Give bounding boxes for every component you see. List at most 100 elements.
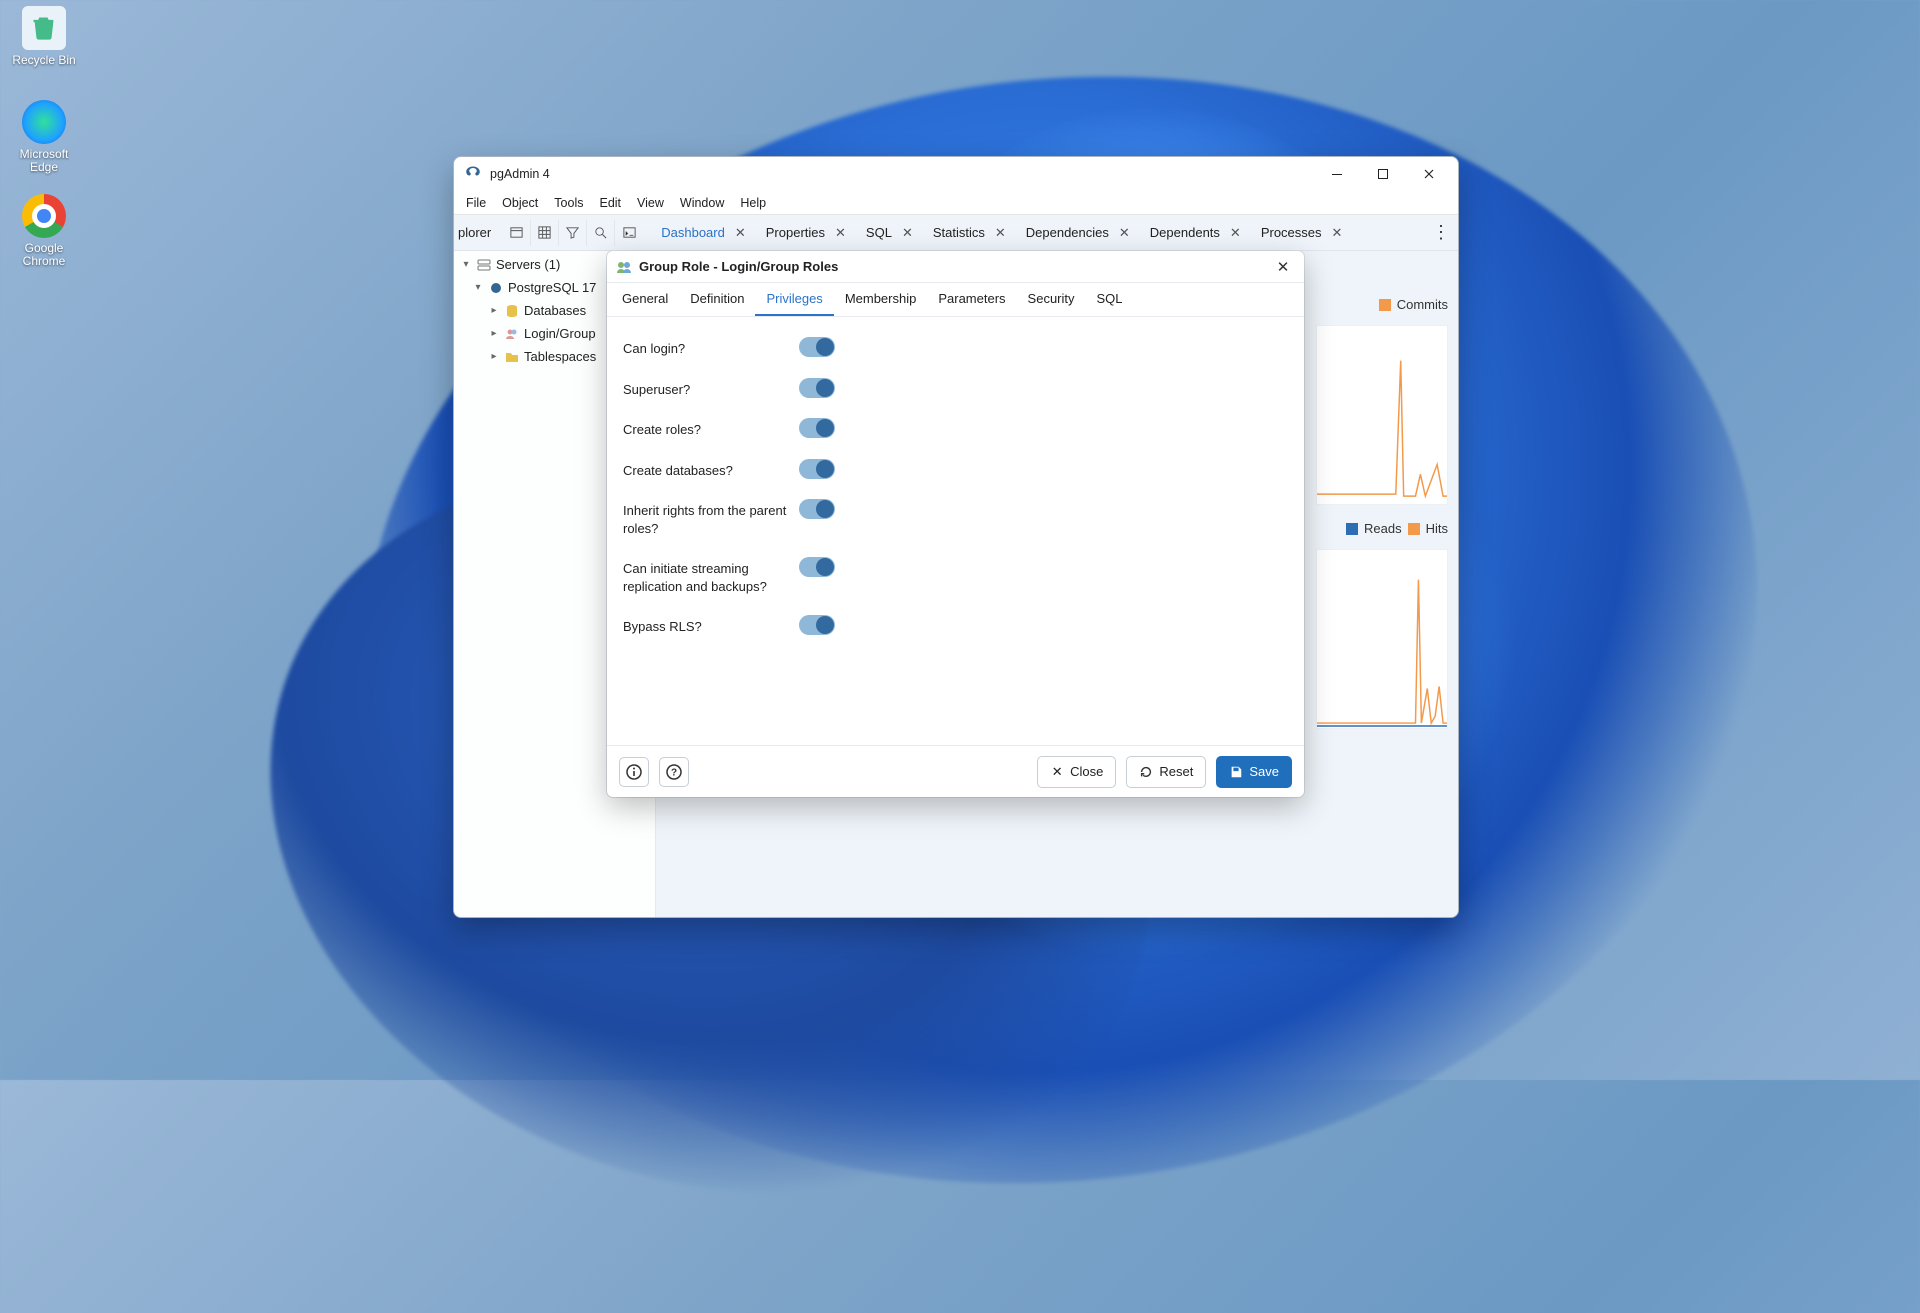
toggle-create-roles[interactable] bbox=[799, 418, 835, 438]
toolbar-search-icon[interactable] bbox=[587, 220, 615, 246]
explorer-label-fragment: plorer bbox=[454, 225, 499, 240]
edge-icon bbox=[22, 100, 66, 144]
privilege-row: Inherit rights from the parent roles? bbox=[623, 489, 1288, 547]
toolbar-psql-icon[interactable] bbox=[615, 220, 643, 246]
privilege-row: Superuser? bbox=[623, 368, 1288, 409]
toggle-superuser[interactable] bbox=[799, 378, 835, 398]
elephant-icon bbox=[488, 280, 504, 296]
group-role-dialog: Group Role - Login/Group Roles ✕ General… bbox=[607, 251, 1304, 797]
desktop-icon-label: Recycle Bin bbox=[12, 54, 75, 67]
close-icon: ✕ bbox=[1050, 765, 1064, 779]
tab-processes[interactable]: Processes✕ bbox=[1253, 219, 1355, 247]
menu-edit[interactable]: Edit bbox=[591, 194, 629, 212]
reset-icon bbox=[1139, 765, 1153, 779]
reset-button[interactable]: Reset bbox=[1126, 756, 1206, 788]
folder-icon bbox=[504, 349, 520, 365]
dialog-titlebar[interactable]: Group Role - Login/Group Roles ✕ bbox=[607, 251, 1304, 283]
toolbar-view-data-icon[interactable] bbox=[531, 220, 559, 246]
recycle-bin-icon bbox=[22, 6, 66, 50]
privilege-label: Can initiate streaming replication and b… bbox=[623, 557, 799, 595]
tab-statistics[interactable]: Statistics✕ bbox=[925, 219, 1018, 247]
tab-sql[interactable]: SQL✕ bbox=[858, 219, 925, 247]
menu-view[interactable]: View bbox=[629, 194, 672, 212]
menu-object[interactable]: Object bbox=[494, 194, 546, 212]
app-icon bbox=[464, 165, 482, 183]
window-minimize-button[interactable] bbox=[1314, 159, 1360, 189]
privilege-label: Inherit rights from the parent roles? bbox=[623, 499, 799, 537]
toggle-streaming-replication[interactable] bbox=[799, 557, 835, 577]
chevron-right-icon[interactable]: ▸ bbox=[488, 328, 500, 339]
tab-close-icon[interactable]: ✕ bbox=[1328, 225, 1347, 241]
privilege-row: Can initiate streaming replication and b… bbox=[623, 547, 1288, 605]
tab-close-icon[interactable]: ✕ bbox=[831, 225, 850, 241]
chevron-down-icon[interactable]: ▾ bbox=[460, 259, 472, 270]
desktop-icon-recycle-bin[interactable]: Recycle Bin bbox=[6, 6, 82, 100]
desktop-icons: Recycle Bin Microsoft Edge Google Chrome bbox=[6, 6, 82, 288]
tab-dependencies[interactable]: Dependencies✕ bbox=[1018, 219, 1142, 247]
help-button[interactable]: ? bbox=[659, 757, 689, 787]
chart-reads-hits bbox=[1316, 549, 1448, 729]
toggle-create-databases[interactable] bbox=[799, 459, 835, 479]
legend-swatch-blue bbox=[1346, 523, 1358, 535]
toggle-bypass-rls[interactable] bbox=[799, 615, 835, 635]
desktop-icon-chrome[interactable]: Google Chrome bbox=[6, 194, 82, 288]
dialog-tab-privileges[interactable]: Privileges bbox=[755, 283, 833, 316]
chevron-down-icon[interactable]: ▾ bbox=[472, 282, 484, 293]
tab-properties[interactable]: Properties✕ bbox=[758, 219, 858, 247]
titlebar[interactable]: pgAdmin 4 bbox=[454, 157, 1458, 191]
menu-window[interactable]: Window bbox=[672, 194, 732, 212]
chevron-right-icon[interactable]: ▸ bbox=[488, 351, 500, 362]
tab-close-icon[interactable]: ✕ bbox=[731, 225, 750, 241]
dialog-tab-parameters[interactable]: Parameters bbox=[927, 283, 1016, 316]
tab-dependents[interactable]: Dependents✕ bbox=[1142, 219, 1253, 247]
legend-swatch-orange bbox=[1379, 299, 1391, 311]
toggle-can-login[interactable] bbox=[799, 337, 835, 357]
dialog-tabs: General Definition Privileges Membership… bbox=[607, 283, 1304, 317]
chrome-icon bbox=[22, 194, 66, 238]
menu-file[interactable]: File bbox=[458, 194, 494, 212]
desktop-icon-edge[interactable]: Microsoft Edge bbox=[6, 100, 82, 194]
toolbar-query-tool-icon[interactable] bbox=[503, 220, 531, 246]
menu-help[interactable]: Help bbox=[732, 194, 774, 212]
window-close-button[interactable] bbox=[1406, 159, 1452, 189]
toolbar-buttons bbox=[499, 220, 647, 246]
window-maximize-button[interactable] bbox=[1360, 159, 1406, 189]
tab-close-icon[interactable]: ✕ bbox=[1226, 225, 1245, 241]
dialog-tab-membership[interactable]: Membership bbox=[834, 283, 928, 316]
privilege-label: Create roles? bbox=[623, 418, 799, 439]
dialog-title: Group Role - Login/Group Roles bbox=[639, 259, 838, 274]
menubar: File Object Tools Edit View Window Help bbox=[454, 191, 1458, 215]
privilege-label: Can login? bbox=[623, 337, 799, 358]
privilege-row: Bypass RLS? bbox=[623, 605, 1288, 646]
server-group-icon bbox=[476, 257, 492, 273]
desktop-icon-label: Microsoft Edge bbox=[6, 148, 82, 174]
dialog-body: Can login? Superuser? Create roles? Crea… bbox=[607, 317, 1304, 745]
info-button[interactable] bbox=[619, 757, 649, 787]
tab-close-icon[interactable]: ✕ bbox=[1115, 225, 1134, 241]
chart-commits bbox=[1316, 325, 1448, 505]
toolbar-filter-icon[interactable] bbox=[559, 220, 587, 246]
close-button[interactable]: ✕ Close bbox=[1037, 756, 1116, 788]
tab-close-icon[interactable]: ✕ bbox=[898, 225, 917, 241]
toolbar: plorer Dashboard✕ Properties✕ SQL✕ Stati… bbox=[454, 215, 1458, 251]
privilege-label: Superuser? bbox=[623, 378, 799, 399]
dialog-tab-security[interactable]: Security bbox=[1017, 283, 1086, 316]
dialog-tab-sql[interactable]: SQL bbox=[1086, 283, 1134, 316]
dialog-tab-definition[interactable]: Definition bbox=[679, 283, 755, 316]
privilege-label: Create databases? bbox=[623, 459, 799, 480]
chart-legend-reads-hits: Reads Hits bbox=[1346, 521, 1448, 536]
privilege-row: Create roles? bbox=[623, 408, 1288, 449]
toggle-inherit-rights[interactable] bbox=[799, 499, 835, 519]
chevron-right-icon[interactable]: ▸ bbox=[488, 305, 500, 316]
legend-swatch-orange bbox=[1408, 523, 1420, 535]
tab-dashboard[interactable]: Dashboard✕ bbox=[653, 219, 758, 247]
tab-close-icon[interactable]: ✕ bbox=[991, 225, 1010, 241]
save-button[interactable]: Save bbox=[1216, 756, 1292, 788]
overflow-menu-icon[interactable]: ⋮ bbox=[1430, 222, 1458, 243]
main-tabs: Dashboard✕ Properties✕ SQL✕ Statistics✕ … bbox=[653, 219, 1430, 247]
chart-legend-commits: Commits bbox=[1379, 297, 1448, 312]
dialog-tab-general[interactable]: General bbox=[611, 283, 679, 316]
dialog-footer: ? ✕ Close Reset Save bbox=[607, 745, 1304, 797]
menu-tools[interactable]: Tools bbox=[546, 194, 591, 212]
dialog-close-button[interactable]: ✕ bbox=[1270, 254, 1296, 280]
